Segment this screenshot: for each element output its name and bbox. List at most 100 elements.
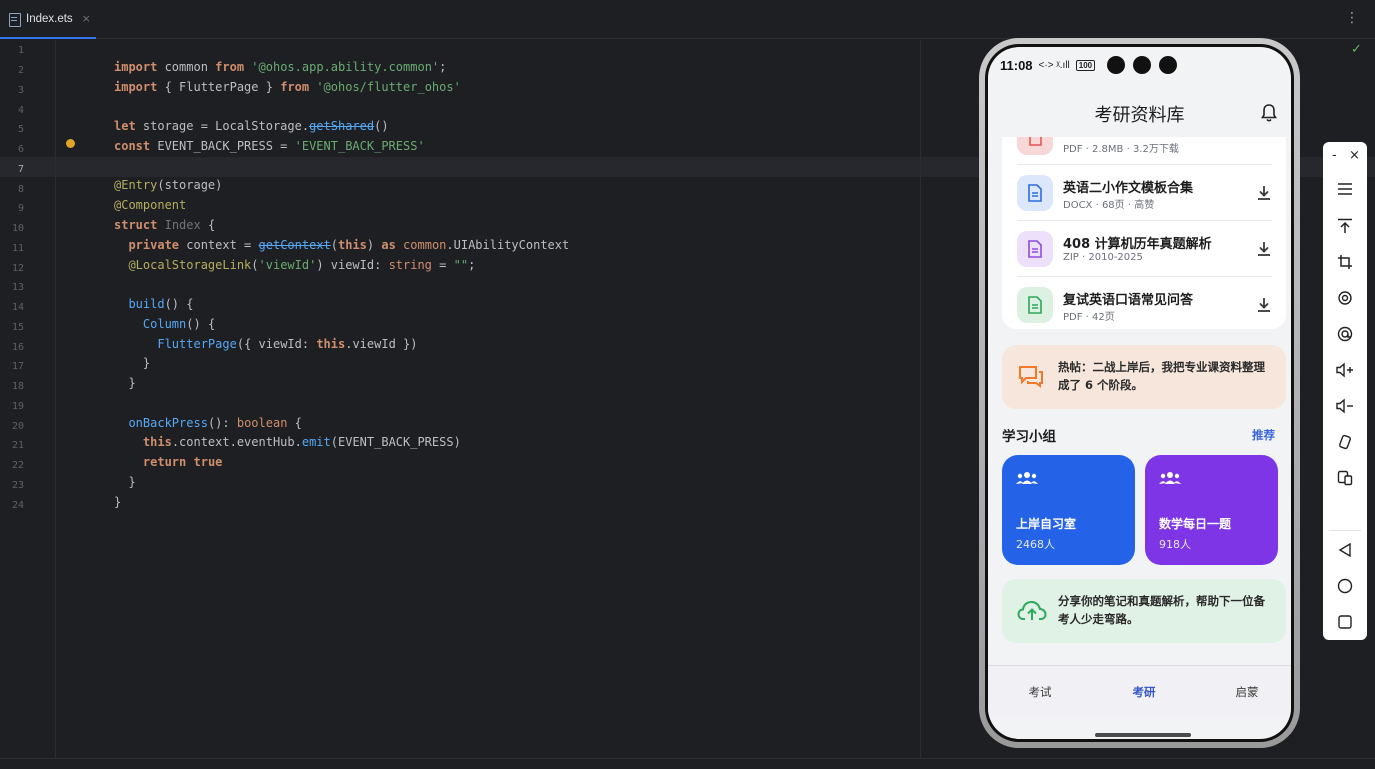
file-meta: DOCX · 68页 · 高赞 <box>1063 200 1155 211</box>
line-number: 3 <box>17 85 24 96</box>
line-number: 17 <box>11 361 24 372</box>
screenshot-icon[interactable] <box>1333 286 1357 310</box>
download-icon[interactable] <box>1256 185 1272 201</box>
phone-screen[interactable]: 11:08 <·> ᵡ.ıll 100 考研资料库 PDF · 2.8MB · … <box>988 47 1291 739</box>
group-name: 数学每日一题 <box>1159 517 1232 531</box>
volume-down-icon[interactable] <box>1333 394 1357 418</box>
tab-index-ets[interactable]: Index.ets × <box>0 0 96 39</box>
file-icon-bg <box>1017 287 1053 323</box>
camera-icon <box>1107 56 1126 74</box>
line-number: 22 <box>11 460 24 471</box>
line-number: 1 <box>17 45 24 56</box>
cloud-upload-icon <box>1017 600 1047 620</box>
line-number-gutter: 1 2 3 4 5 6 7 8 9 10 11 12 13 14 15 16 17 18 19 20 21 22 23 24 <box>0 40 56 758</box>
more-options-icon[interactable]: ⋮ <box>1345 11 1359 25</box>
line-number: 20 <box>11 421 24 432</box>
group-icon <box>1016 472 1038 484</box>
code-line-10: struct Index { <box>114 218 216 232</box>
close-icon[interactable]: × <box>82 12 91 25</box>
file-icon <box>7 12 21 27</box>
inspection-ok-icon: ✓ <box>1351 42 1362 57</box>
list-item[interactable]: 复试英语口语常见问答 PDF · 42页 <box>1017 277 1272 333</box>
code-line-20: onBackPress(): boolean { <box>128 416 302 430</box>
list-item[interactable]: PDF · 2.8MB · 3.2万下载 <box>1017 137 1272 165</box>
line-number: 6 <box>17 144 24 155</box>
line-number: 19 <box>11 401 24 412</box>
line-number: 10 <box>11 223 24 234</box>
intention-bulb-icon[interactable] <box>66 139 75 148</box>
line-number: 21 <box>11 440 24 451</box>
page-title: 考研资料库 <box>1094 105 1185 126</box>
file-title: 英语二小作文模板合集 <box>1063 181 1194 196</box>
line-number: 2 <box>17 65 24 76</box>
code-line-9: @Component <box>114 198 187 212</box>
chat-icon <box>1019 366 1043 388</box>
download-icon[interactable] <box>1256 241 1272 257</box>
content-scroll[interactable]: PDF · 2.8MB · 3.2万下载 英语二小作文模板合集 DOCX · 6… <box>988 137 1291 657</box>
file-meta: ZIP · 2010-2025 <box>1063 252 1143 263</box>
code-line-8: @Entry(storage) <box>114 178 223 192</box>
group-name: 上岸自习室 <box>1016 517 1077 531</box>
line-number: 16 <box>11 342 24 353</box>
section-title: 学习小组 <box>1002 429 1056 445</box>
app-header: 考研资料库 <box>988 95 1291 135</box>
download-icon[interactable] <box>1256 297 1272 313</box>
tab-label: Index.ets <box>26 12 73 25</box>
minimize-icon[interactable]: - <box>1332 148 1337 163</box>
home-indicator[interactable] <box>1095 733 1191 737</box>
bell-icon[interactable] <box>1261 103 1277 123</box>
list-item[interactable]: 408 计算机历年真题解析 ZIP · 2010-2025 <box>1017 221 1272 277</box>
phone-emulator: 11:08 <·> ᵡ.ıll 100 考研资料库 PDF · 2.8MB · … <box>979 38 1300 748</box>
rotate-icon[interactable] <box>1333 430 1357 454</box>
line-number: 7 <box>17 164 24 175</box>
recents-icon[interactable] <box>1333 610 1357 634</box>
home-icon[interactable] <box>1333 574 1357 598</box>
record-icon[interactable] <box>1333 322 1357 346</box>
tab-exam[interactable]: 考试 <box>1010 684 1070 700</box>
file-icon-bg <box>1017 137 1053 155</box>
crop-icon[interactable] <box>1333 250 1357 274</box>
file-list-card: PDF · 2.8MB · 3.2万下载 英语二小作文模板合集 DOCX · 6… <box>1002 137 1286 329</box>
line-number: 9 <box>17 203 24 214</box>
share-text: 分享你的笔记和真题解析，帮助下一位备考人少走弯路。 <box>1058 594 1265 626</box>
editor-divider <box>920 40 921 758</box>
line-number: 18 <box>11 381 24 392</box>
hot-post-text: 热帖：二战上岸后，我把专业课资料整理成了 6 个阶段。 <box>1058 360 1265 392</box>
document-icon <box>1028 296 1042 314</box>
code-line-15: Column() { <box>142 317 216 331</box>
hot-post-card[interactable]: 热帖：二战上岸后，我把专业课资料整理成了 6 个阶段。 <box>1002 345 1286 409</box>
pin-top-icon[interactable] <box>1333 214 1357 238</box>
list-item[interactable]: 英语二小作文模板合集 DOCX · 68页 · 高赞 <box>1017 165 1272 221</box>
multi-device-icon[interactable] <box>1333 466 1357 490</box>
share-card[interactable]: 分享你的笔记和真题解析，帮助下一位备考人少走弯路。 <box>1002 579 1286 643</box>
code-line-16: FlutterPage({ viewId: this.viewId }) <box>157 337 418 351</box>
file-icon-bg <box>1017 231 1053 267</box>
tab-enlightenment[interactable]: 启蒙 <box>1217 684 1277 700</box>
volume-up-icon[interactable] <box>1333 358 1357 382</box>
line-number: 23 <box>11 480 24 491</box>
code-line-17: } <box>114 356 151 370</box>
document-icon <box>1029 137 1042 146</box>
group-card-study-room[interactable]: 上岸自习室 2468人 <box>1002 455 1135 565</box>
line-number: 13 <box>11 282 24 293</box>
menu-icon[interactable] <box>1333 177 1357 201</box>
file-title: 复试英语口语常见问答 <box>1063 293 1194 308</box>
toolbar-divider <box>1329 530 1361 531</box>
code-line-2: import common from '@ohos.app.ability.co… <box>114 60 447 74</box>
line-number: 4 <box>17 105 24 116</box>
tab-postgrad[interactable]: 考研 <box>1114 684 1174 700</box>
file-title: 408 计算机历年真题解析 <box>1063 237 1212 252</box>
line-number: 14 <box>11 302 24 313</box>
phone-status-bar: 11:08 <·> ᵡ.ıll 100 <box>988 47 1291 83</box>
status-time: 11:08 <box>1000 57 1033 73</box>
line-number: 15 <box>11 322 24 333</box>
status-bar <box>0 758 1375 769</box>
back-icon[interactable] <box>1333 538 1357 562</box>
group-card-daily-math[interactable]: 数学每日一题 918人 <box>1145 455 1278 565</box>
document-icon <box>1028 184 1042 202</box>
battery-icon: 100 <box>1075 59 1096 71</box>
recommend-link[interactable]: 推荐 <box>1252 427 1275 443</box>
code-editor[interactable]: import common from '@ohos.app.ability.co… <box>56 40 920 758</box>
close-icon[interactable]: × <box>1349 148 1360 163</box>
file-meta: PDF · 42页 <box>1063 312 1115 323</box>
